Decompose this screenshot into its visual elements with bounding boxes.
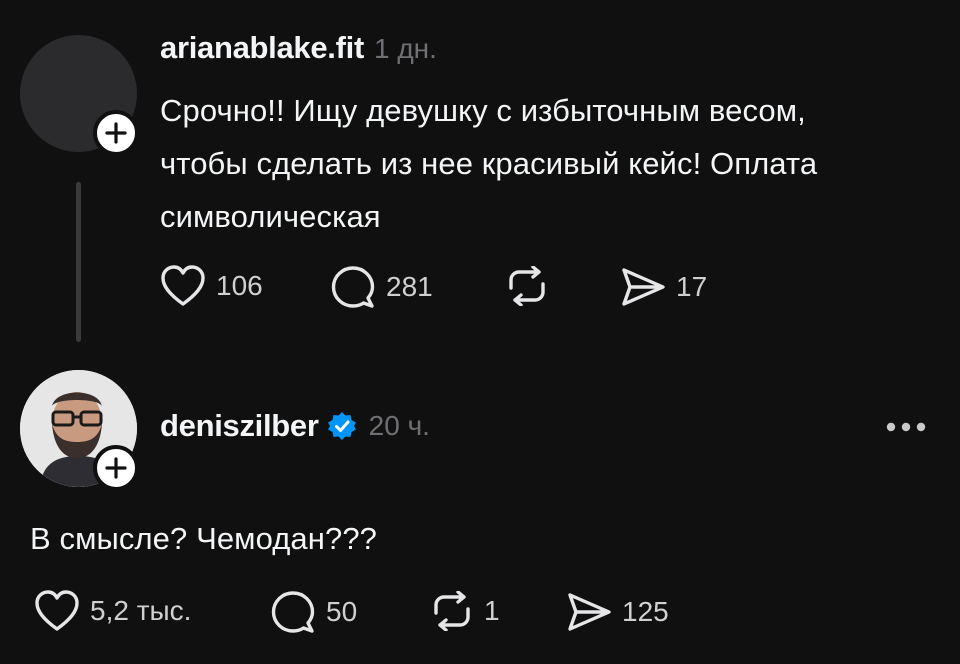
thread-line [76,182,81,342]
repost-count: 1 [484,595,500,626]
share-button[interactable]: 17 [620,266,707,308]
repost-button[interactable] [505,266,549,306]
comment-count: 281 [386,271,433,302]
comment-count: 50 [326,596,358,627]
share-icon [566,591,612,633]
share-button[interactable]: 125 [566,591,669,633]
comment-button[interactable]: 50 [270,589,357,635]
like-count: 106 [216,270,263,301]
post-text: Срочно!! Ищу девушку с избыточным весом,… [160,84,950,243]
verified-icon [327,411,357,441]
more-options-button[interactable] [884,420,928,434]
more-icon [884,420,928,434]
repost-button[interactable]: 1 [430,591,500,631]
post-username[interactable]: arianablake.fit [160,30,364,66]
plus-icon [105,457,127,479]
plus-icon [105,122,127,144]
repost-icon [430,591,474,631]
like-button[interactable]: 5,2 тыс. [34,589,191,633]
share-icon [620,266,666,308]
comment-button[interactable]: 281 [330,264,433,310]
follow-plus-button[interactable] [93,445,139,491]
comment-icon [270,589,316,635]
heart-icon [34,589,80,633]
follow-plus-button[interactable] [93,110,139,156]
share-count: 17 [676,271,708,302]
like-count: 5,2 тыс. [90,595,192,626]
like-button[interactable]: 106 [160,264,263,308]
post-text-line: чтобы сделать из нее красивый кейс! Опла… [160,146,818,181]
reply-username[interactable]: deniszilber [160,408,319,444]
post-time: 1 дн. [373,33,437,64]
heart-icon [160,264,206,308]
post-text-line: символическая [160,199,381,234]
share-count: 125 [622,596,669,627]
post-text-line: Срочно!! Ищу девушку с избыточным весом, [160,93,806,128]
repost-icon [505,266,549,306]
comment-icon [330,264,376,310]
reply-time: 20 ч. [368,410,430,441]
reply-text: В смысле? Чемодан??? [30,521,378,556]
